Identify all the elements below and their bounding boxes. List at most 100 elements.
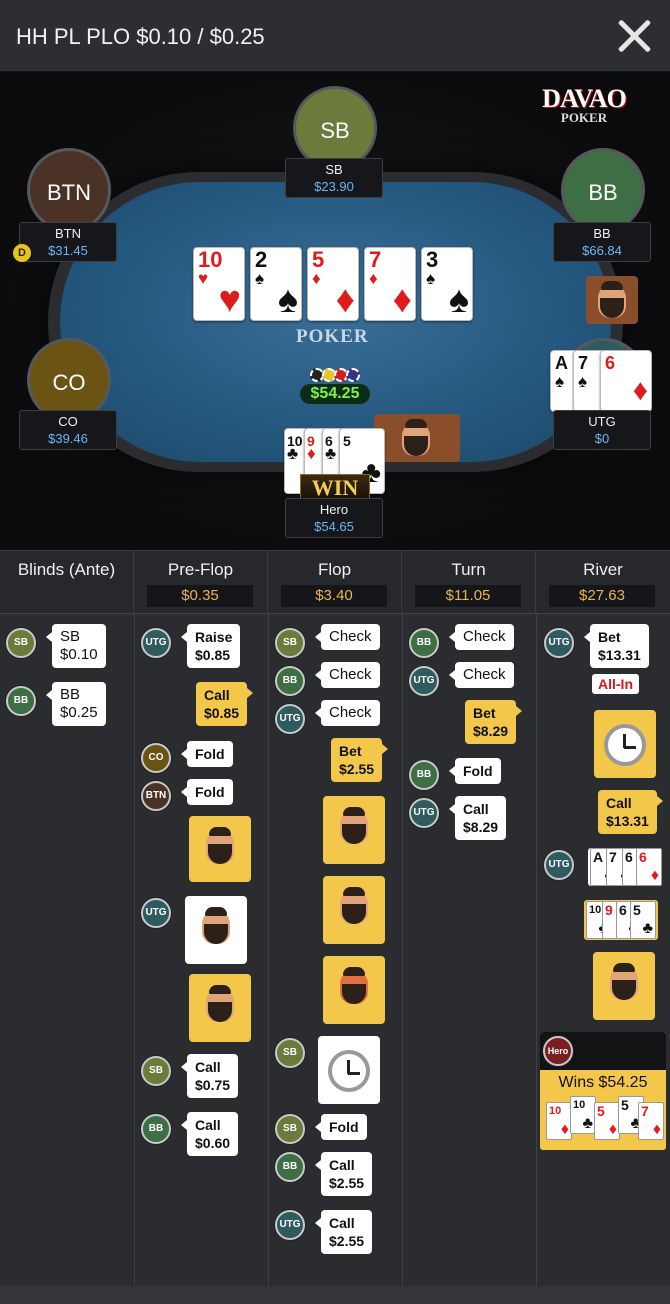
seat-btn[interactable]: BTN xyxy=(27,148,111,232)
utg-emote xyxy=(185,896,247,964)
felt-logo: POKER xyxy=(296,326,369,347)
pot-chips-icon xyxy=(310,368,362,384)
chip-sb: SB xyxy=(275,628,305,658)
action-bubble: Check xyxy=(449,624,514,650)
scrollbar-track[interactable] xyxy=(0,1286,670,1304)
seat-co-stack: $39.46 xyxy=(48,431,88,446)
chip-utg: UTG xyxy=(141,898,171,928)
hero-emote xyxy=(593,952,655,1020)
brand-logo: DAVAO POKER xyxy=(536,84,632,134)
chip-utg: UTG xyxy=(275,1210,305,1240)
chip-bb: BB xyxy=(141,1114,171,1144)
board-card-2: 2 ♠ ♠ xyxy=(250,247,302,321)
seat-bb-plate: BB $66.84 xyxy=(553,222,651,262)
chip-sb: SB xyxy=(6,628,36,658)
chip-utg: UTG xyxy=(275,704,305,734)
flop-pot: $3.40 xyxy=(281,585,387,607)
turn-pot: $11.05 xyxy=(415,585,521,607)
pot-amount: $54.25 xyxy=(300,384,370,404)
seat-bb-name: BB xyxy=(593,226,611,241)
seat-utg-stack: $0 xyxy=(594,431,610,446)
win-card-1: 10 ♦ xyxy=(546,1102,572,1140)
action-bubble: SB $0.10 xyxy=(46,624,106,668)
hero-action-bubble: Call $13.31 xyxy=(598,790,663,834)
board-card-1: 10 ♥ ♥ xyxy=(193,247,245,321)
col-blinds: Blinds (Ante) xyxy=(0,551,134,615)
seat-bb[interactable]: BB xyxy=(561,148,645,232)
hero-emote xyxy=(189,816,251,882)
chip-sb: SB xyxy=(275,1114,305,1144)
close-icon[interactable] xyxy=(614,16,654,56)
chip-hero: Hero xyxy=(543,1036,573,1066)
seat-utg-plate: UTG $0 xyxy=(553,410,651,450)
action-bubble: Check xyxy=(315,700,380,726)
seat-hero-plate: Hero $54.65 xyxy=(285,498,383,538)
col-preflop: Pre-Flop $0.35 xyxy=(134,551,268,615)
all-in-tag: All-In xyxy=(592,674,639,694)
hero-emote xyxy=(189,974,251,1042)
river-pot: $27.63 xyxy=(549,585,655,607)
river-hero-card-4: 5 ♣ xyxy=(630,901,656,939)
col-turn: Turn $11.05 xyxy=(402,551,536,615)
action-bubble: Check xyxy=(315,662,380,688)
street-header: Blinds (Ante) Pre-Flop $0.35 Flop $3.40 … xyxy=(0,550,670,615)
utg-shown-cards: A♠ 7♠ 6♠ 6♦ xyxy=(588,848,662,886)
chip-btn: BTN xyxy=(141,781,171,811)
chip-sb: SB xyxy=(275,1038,305,1068)
seat-co-plate: CO $39.46 xyxy=(19,410,117,450)
col-river: River $27.63 xyxy=(536,551,670,615)
chip-co: CO xyxy=(141,743,171,773)
action-bubble: BB $0.25 xyxy=(46,682,106,726)
river-utg-card-4: 6 ♦ xyxy=(636,848,662,886)
seat-sb-name: SB xyxy=(325,162,343,177)
seat-btn-plate: BTN $31.45 xyxy=(19,222,117,262)
action-bubble: Fold xyxy=(181,741,233,767)
hero-shown-cards: 10♣ 9♦ 6♣ 5♣ xyxy=(584,900,658,940)
chip-bb: BB xyxy=(409,760,439,790)
timebank-clock-icon xyxy=(318,1036,380,1104)
win-card-2: 10 ♣ xyxy=(570,1096,596,1134)
winner-box-header: Hero xyxy=(540,1032,666,1070)
bb-emote-avatar xyxy=(586,276,638,324)
hero-emote xyxy=(323,876,385,944)
dealer-button: D xyxy=(13,244,31,262)
action-bubble: Check xyxy=(449,662,514,688)
action-bubble: Call $0.75 xyxy=(180,1054,239,1098)
chip-utg: UTG xyxy=(409,798,439,828)
col-flop: Flop $3.40 xyxy=(268,551,402,615)
board-card-4: 7 ♦ ♦ xyxy=(364,247,416,321)
table-felt xyxy=(60,182,611,462)
table-title: HH PL PLO $0.10 / $0.25 xyxy=(16,24,265,49)
hand-history: SB SB $0.10 BB BB $0.25 UTG Raise $0.85 … xyxy=(0,614,670,1286)
winner-box: Hero Wins $54.25 10 ♦ 10 ♣ 5 ♦ 5 ♣ 7 ♦ xyxy=(540,1032,666,1150)
header-bar: HH PL PLO $0.10 / $0.25 xyxy=(0,0,670,72)
utg-card-3: 6 ♦ xyxy=(600,350,652,412)
seat-sb-plate: SB $23.90 xyxy=(285,158,383,198)
board-card-3: 5 ♦ ♦ xyxy=(307,247,359,321)
action-bubble: Check xyxy=(315,624,380,650)
chip-bb: BB xyxy=(409,628,439,658)
win-banner: WIN xyxy=(300,474,370,500)
timebank-clock-icon xyxy=(594,710,656,778)
seat-btn-stack: $31.45 xyxy=(48,243,88,258)
action-bubble: Fold xyxy=(449,758,501,784)
action-bubble: Fold xyxy=(181,779,233,805)
seat-bb-stack: $66.84 xyxy=(582,243,622,258)
chip-bb: BB xyxy=(275,1152,305,1182)
seat-sb-stack: $23.90 xyxy=(314,179,354,194)
chip-utg: UTG xyxy=(141,628,171,658)
preflop-pot: $0.35 xyxy=(147,585,253,607)
chip-utg: UTG xyxy=(544,850,574,880)
board-card-5: 3 ♠ ♠ xyxy=(421,247,473,321)
action-bubble: Call $8.29 xyxy=(448,796,507,840)
chip-bb: BB xyxy=(275,666,305,696)
chip-sb: SB xyxy=(141,1056,171,1086)
hero-action-bubble: Bet $2.55 xyxy=(331,738,389,782)
win-card-3: 5 ♦ xyxy=(594,1102,620,1140)
hero-emote xyxy=(323,796,385,864)
hero-emote-avatar xyxy=(374,414,460,462)
action-bubble: Call $0.60 xyxy=(180,1112,239,1156)
hero-action-bubble: Call $0.85 xyxy=(196,682,254,726)
chip-utg: UTG xyxy=(409,666,439,696)
chip-bb: BB xyxy=(6,686,36,716)
